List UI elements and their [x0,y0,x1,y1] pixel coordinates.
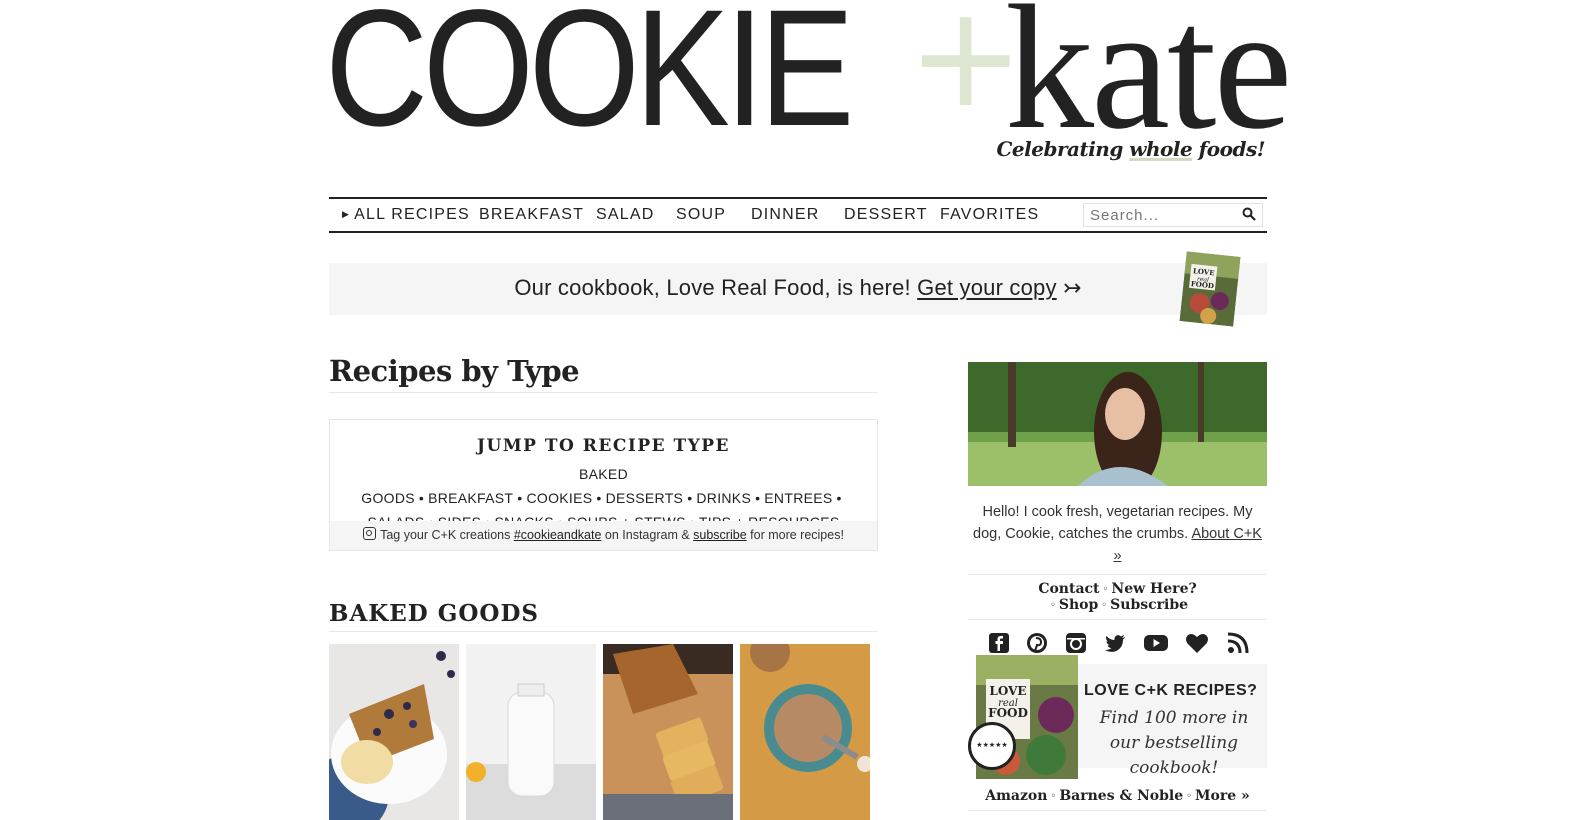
recipe-grid [329,644,878,820]
search-icon[interactable] [1242,207,1256,221]
contact-link[interactable]: Contact [1038,581,1099,597]
cookbook-banner: Our cookbook, Love Real Food, is here! G… [329,251,1267,327]
cookbook-cover-image[interactable]: LOVE real FOOD [1179,251,1241,327]
nav-salad[interactable]: SALAD [596,206,654,224]
search-box [1083,203,1263,227]
jump-link-desserts[interactable]: DESSERTS [606,490,684,506]
shop-link[interactable]: Shop [1059,597,1098,613]
triangle-right-icon: ▶ [342,209,351,219]
hashtag-link[interactable]: #cookieandkate [514,528,602,542]
page: COOKIE + kate Celebrating whole foods! ▶… [325,0,1292,820]
nav-soup[interactable]: SOUP [676,206,726,224]
nav-dessert[interactable]: DESSERT [844,206,928,224]
rss-icon[interactable] [1227,632,1249,654]
svg-text:FOOD: FOOD [988,706,1028,720]
svg-text:LOVE: LOVE [989,684,1026,698]
get-your-copy-link[interactable]: Get your copy [917,275,1057,300]
author-bio: Hello! I cook fresh, vegetarian recipes.… [973,504,1262,564]
search-input[interactable] [1084,204,1240,226]
jump-link-cookies[interactable]: COOKIES [526,490,592,506]
facebook-icon[interactable] [988,632,1010,654]
youtube-icon[interactable] [1144,632,1168,654]
subscribe-sidebar-link[interactable]: Subscribe [1110,597,1188,613]
sidebar: Hello! I cook fresh, vegetarian recipes.… [968,362,1267,811]
subscribe-link[interactable]: subscribe [693,528,747,542]
author-photo [968,362,1267,492]
new-here-link[interactable]: New Here? [1111,581,1196,597]
nav-dinner[interactable]: DINNER [751,206,820,224]
main-content: Recipes by Type JUMP TO RECIPE TYPE BAKE… [329,350,878,820]
tagline: Celebrating whole foods! [996,137,1266,161]
instagram-icon [363,527,377,540]
instagram-icon[interactable] [1065,632,1087,654]
promo-subtitle: Find 100 more in our bestselling cookboo… [1099,708,1249,778]
page-title: Recipes by Type [329,350,878,393]
recipe-thumb-flax-meal[interactable] [740,644,870,820]
pinterest-icon[interactable] [1026,632,1048,654]
recipe-thumb-milk-jar[interactable] [466,644,596,820]
jump-link-breakfast[interactable]: BREAKFAST [428,490,513,506]
arrow-right-icon: ↣ [1063,275,1082,300]
nav-breakfast[interactable]: BREAKFAST [479,206,584,224]
nav-all-recipes[interactable]: ▶ ALL RECIPES [342,206,470,224]
twitter-icon[interactable] [1104,632,1126,654]
amazon-link[interactable]: Amazon [985,788,1047,804]
rating-badge: ★★★★★ [968,722,1016,770]
instagram-note: Tag your C+K creations #cookieandkate on… [330,521,877,550]
more-link[interactable]: More » [1195,788,1250,804]
logo-kate-text: kate [1005,0,1292,166]
nav-favorites[interactable]: FAVORITES [940,206,1039,224]
barnes-noble-link[interactable]: Barnes & Noble [1059,788,1183,804]
jump-link-drinks[interactable]: DRINKS [696,490,751,506]
cookbook-promo[interactable]: LOVE real FOOD ★★★★★ LOVE C+K RECIPES? F… [968,652,1267,779]
jump-title: JUMP TO RECIPE TYPE [476,436,731,456]
jump-link-entrees[interactable]: ENTREES [764,490,832,506]
buy-links: Amazon ◦ Barnes & Noble ◦ More » [968,788,1267,811]
main-nav: ▶ ALL RECIPES BREAKFAST SALAD SOUP DINNER… [329,197,1267,233]
recipe-thumb-blueberry-cake[interactable] [329,644,459,820]
promo-title: LOVE C+K RECIPES? [1084,682,1258,699]
logo-cookie-text: COOKIE [325,0,854,161]
sidebar-links: Contact ◦ New Here?◦ Shop ◦ Subscribe [968,574,1267,620]
banner-text: Our cookbook, Love Real Food, is here! G… [514,275,1082,300]
recipe-thumb-banana-bread[interactable] [603,644,733,820]
heart-icon[interactable] [1185,632,1209,654]
jump-to-recipe-box: JUMP TO RECIPE TYPE BAKED GOODS • BREAKFAS… [329,419,878,551]
section-title-baked-goods: BAKED GOODS [329,600,878,632]
site-logo[interactable]: COOKIE + kate [325,0,1292,156]
